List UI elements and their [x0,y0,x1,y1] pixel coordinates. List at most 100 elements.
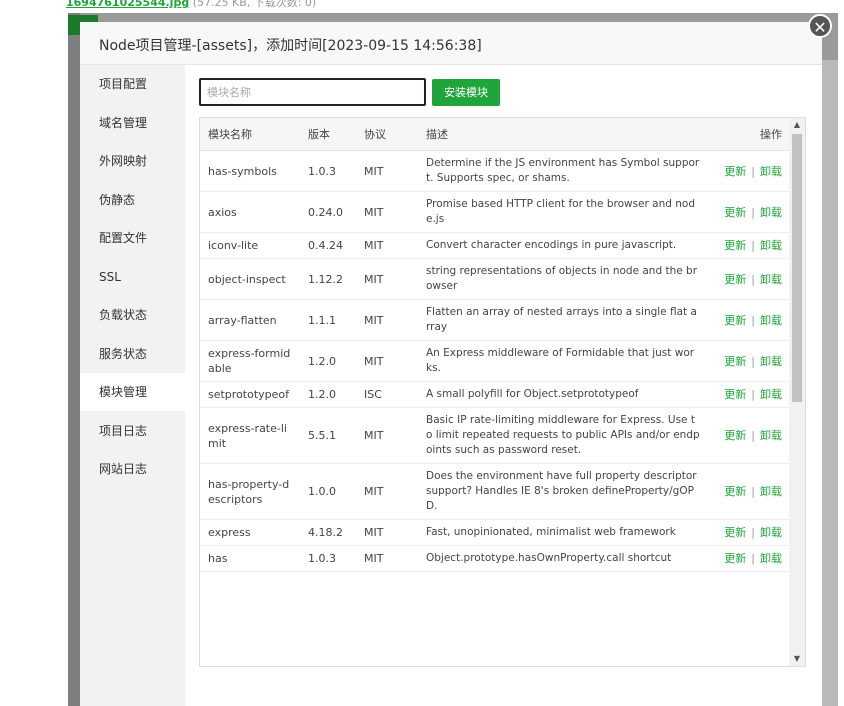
action-separator: | [751,485,755,498]
uninstall-module-link[interactable]: 卸载 [760,552,782,565]
update-module-link[interactable]: 更新 [724,388,746,401]
cell-module-name: has-symbols [200,150,300,192]
table-row: has-property-descriptors 1.0.0 MIT Does the… [200,463,790,520]
sidebar-item[interactable]: 模块管理 [80,373,185,411]
cell-version: 1.1.1 [300,299,356,341]
action-separator: | [751,354,755,368]
node-project-modal: Node项目管理-[assets]，添加时间[2023-09-15 14:56:… [80,22,822,706]
background-file-link[interactable]: 1694761025544.jpg [66,0,189,9]
cell-module-name: setprototypeof [200,381,300,408]
cell-module-name: has-property-descriptors [200,463,300,520]
sidebar-item[interactable]: 负载状态 [80,296,185,334]
update-module-link[interactable]: 更新 [724,314,746,327]
update-module-link[interactable]: 更新 [724,526,746,539]
cell-module-name: object-inspect [200,258,300,300]
table-header-row: 模块名称 版本 协议 描述 操作 [200,118,790,151]
action-separator: | [751,164,755,178]
cell-description: Determine if the JS environment has Symb… [418,150,708,192]
header-module-name: 模块名称 [200,118,300,151]
update-module-link[interactable]: 更新 [724,485,746,498]
sidebar-item[interactable]: 伪静态 [80,181,185,219]
table-row: iconv-lite 0.4.24 MIT Convert character enc… [200,232,790,259]
table-row: array-flatten 1.1.1 MIT Flatten an array of… [200,299,790,341]
uninstall-module-link[interactable]: 卸载 [760,526,782,539]
close-icon[interactable]: ✕ [808,14,832,38]
cell-version: 1.2.0 [300,381,356,408]
sidebar-item[interactable]: 配置文件 [80,219,185,257]
cell-license: MIT [356,258,418,300]
cell-version: 4.18.2 [300,519,356,546]
update-module-link[interactable]: 更新 [724,165,746,178]
uninstall-module-link[interactable]: 卸载 [760,388,782,401]
header-license: 协议 [356,118,418,151]
cell-license: MIT [356,407,418,464]
table-row: has-symbols 1.0.3 MIT Determine if the JS e… [200,150,790,192]
action-separator: | [751,313,755,327]
module-management-panel: 安装模块 模块名称 版本 协议 描述 操作 has-symbols1.0.3MI… [185,65,822,706]
cell-description: Does the environment have full property … [418,463,708,520]
module-table: 模块名称 版本 协议 描述 操作 has-symbols 1.0.3 MIT Dete… [200,118,790,572]
module-table-container: 模块名称 版本 协议 描述 操作 has-symbols 1.0.3 MIT Dete… [199,117,806,667]
uninstall-module-link[interactable]: 卸载 [760,273,782,286]
uninstall-module-link[interactable]: 卸载 [760,314,782,327]
cell-version: 1.0.3 [300,545,356,572]
cell-operations: 更新 | 卸载 [708,191,790,233]
update-module-link[interactable]: 更新 [724,552,746,565]
cell-module-name: has [200,545,300,572]
cell-description: A small polyfill for Object.setprototype… [418,381,708,408]
modal-sidebar: 项目配置 域名管理 外网映射 伪静态 配置文件 SSL 负载状态 服务状态 模块管理 项目日志 网站… [80,65,185,706]
cell-operations: 更新 | 卸载 [708,463,790,520]
action-separator: | [751,239,755,252]
update-module-link[interactable]: 更新 [724,273,746,286]
cell-license: MIT [356,519,418,546]
cell-operations: 更新 | 卸载 [708,381,790,408]
uninstall-module-link[interactable]: 卸载 [760,429,782,442]
uninstall-module-link[interactable]: 卸载 [760,165,782,178]
cell-description: string representations of objects in nod… [418,258,708,300]
modal-header: Node项目管理-[assets]，添加时间[2023-09-15 14:56:… [80,22,822,65]
cell-operations: 更新 | 卸载 [708,258,790,300]
cell-version: 1.0.0 [300,463,356,520]
cell-description: Convert character encodings in pure java… [418,232,708,259]
table-row: express-formidable 1.2.0 MIT An Express mid… [200,340,790,382]
cell-version: 5.5.1 [300,407,356,464]
cell-license: MIT [356,232,418,259]
uninstall-module-link[interactable]: 卸载 [760,355,782,368]
update-module-link[interactable]: 更新 [724,429,746,442]
action-separator: | [751,552,755,565]
sidebar-item[interactable]: 服务状态 [80,335,185,373]
scroll-down-arrow-icon[interactable]: ▼ [789,652,805,666]
uninstall-module-link[interactable]: 卸载 [760,206,782,219]
table-row: express-rate-limit 5.5.1 MIT Basic IP rate-… [200,407,790,464]
cell-license: ISC [356,381,418,408]
table-row: object-inspect 1.12.2 MIT string representa… [200,258,790,300]
cell-module-name: express-formidable [200,340,300,382]
table-scrollbar[interactable]: ▲ ▼ [789,118,805,666]
cell-license: MIT [356,191,418,233]
table-row: axios 0.24.0 MIT Promise based HTTP client … [200,191,790,233]
update-module-link[interactable]: 更新 [724,206,746,219]
sidebar-item[interactable]: 域名管理 [80,104,185,142]
cell-description: Promise based HTTP client for the browse… [418,191,708,233]
action-separator: | [751,526,755,539]
scroll-thumb[interactable] [792,134,802,402]
update-module-link[interactable]: 更新 [724,355,746,368]
sidebar-item[interactable]: 项目日志 [80,412,185,450]
sidebar-item[interactable]: 网站日志 [80,450,185,488]
sidebar-item[interactable]: SSL [80,258,185,296]
header-operations: 操作 [708,118,790,151]
cell-operations: 更新 | 卸载 [708,407,790,464]
cell-module-name: axios [200,191,300,233]
sidebar-item[interactable]: 项目配置 [80,65,185,103]
update-module-link[interactable]: 更新 [724,239,746,252]
cell-module-name: iconv-lite [200,232,300,259]
module-name-search-input[interactable] [199,78,426,106]
uninstall-module-link[interactable]: 卸载 [760,239,782,252]
sidebar-item[interactable]: 外网映射 [80,142,185,180]
action-separator: | [751,205,755,219]
table-row: setprototypeof 1.2.0 ISC A small polyfill f… [200,381,790,408]
scroll-up-arrow-icon[interactable]: ▲ [789,118,805,132]
install-module-button[interactable]: 安装模块 [432,79,500,106]
uninstall-module-link[interactable]: 卸载 [760,485,782,498]
background-file-info: 1694761025544.jpg (57.25 KB, 下载次数: 0) [66,0,316,10]
